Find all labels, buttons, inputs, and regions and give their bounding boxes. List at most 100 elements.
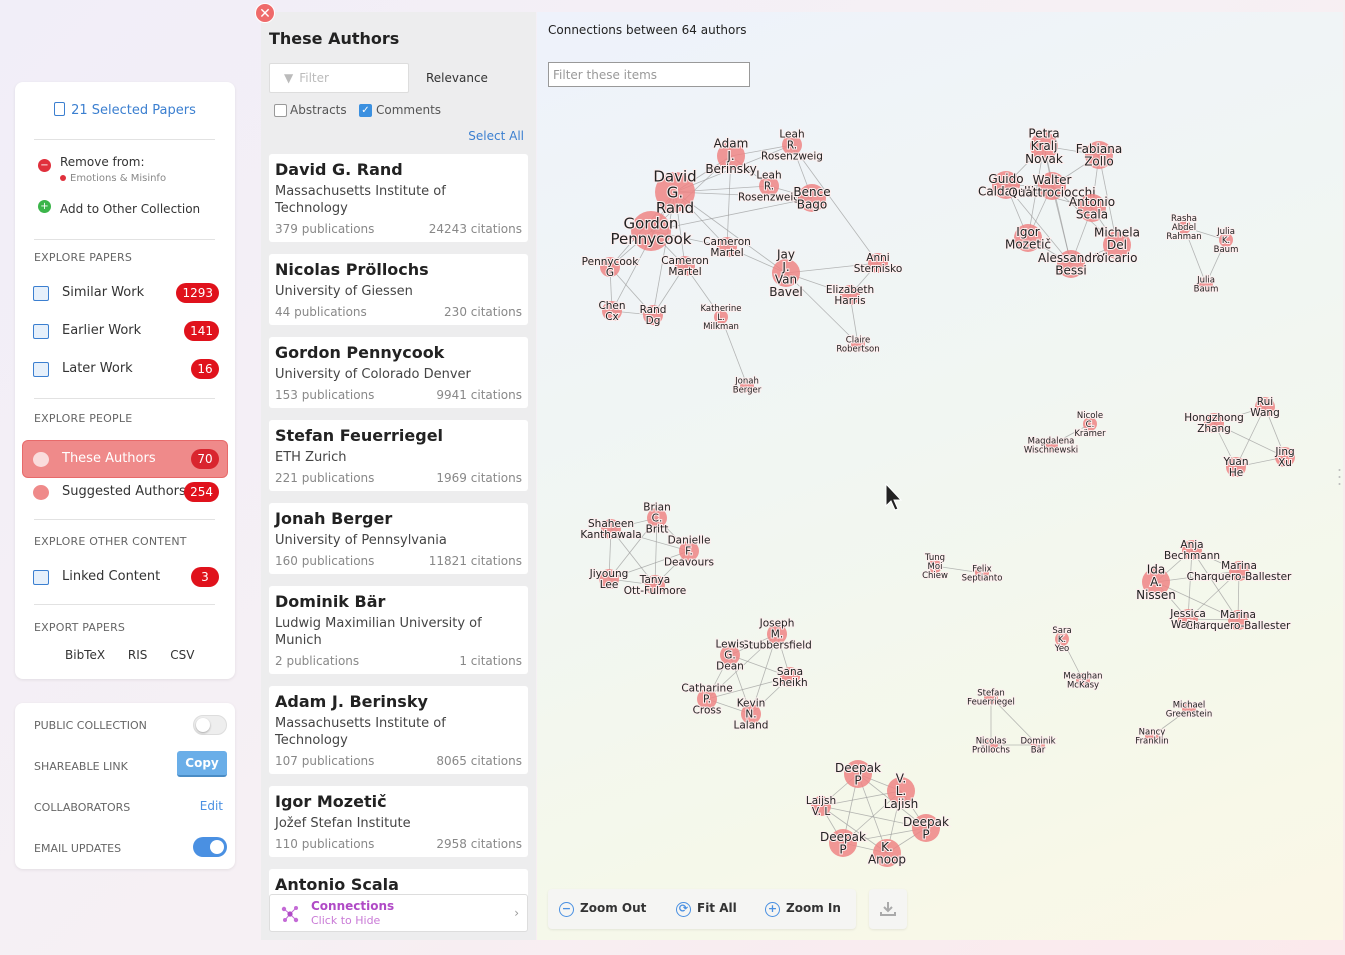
export-bibtex[interactable]: BibTeX [65,648,105,662]
author-node[interactable]: FelixSeptianto [961,564,1004,585]
author-card[interactable]: Igor Mozetič Jožef Stefan Institute 110 … [269,786,528,857]
author-node-label: Robertson [836,344,879,354]
author-node[interactable]: DeepakP [819,829,867,858]
citation-count: 2958 citations [436,837,522,851]
nav-linked-content[interactable]: Linked Content 3 [23,559,227,595]
nav-earlier-work[interactable]: Earlier Work 141 [23,313,227,349]
author-node[interactable]: PetraKraljNovak [1024,126,1064,167]
author-node[interactable]: AlessandroBessi [1037,250,1105,279]
author-node[interactable]: CatharineP.Cross [680,682,733,718]
author-node[interactable]: RandDg [639,303,668,328]
selected-papers-link[interactable]: 21 Selected Papers [15,102,235,118]
author-node[interactable]: BrianC.Britt [642,501,672,537]
author-node[interactable]: NicolasPröllochs [971,736,1011,757]
author-node[interactable]: DavidG.Rand [652,167,697,219]
author-node[interactable]: CameronMartel [660,254,710,279]
author-node[interactable]: RashaAbdelRahman [1165,213,1202,243]
author-node[interactable]: MarinaCharquero-Ballester [1186,559,1293,584]
select-all-link[interactable]: Select All [468,129,524,143]
close-panel-button[interactable]: ✕ [255,3,275,23]
author-node[interactable]: JingXu [1273,445,1295,470]
author-node[interactable]: ClaireRobertson [835,335,880,356]
author-node[interactable]: BenceBago [792,184,831,213]
author-card[interactable]: Dominik Bär Ludwig Maximilian University… [269,586,528,674]
author-node[interactable]: FabianaZollo [1075,141,1123,170]
author-card[interactable]: Stefan Feuerriegel ETH Zurich 221 public… [269,420,528,491]
graph-filter-input[interactable]: Filter these items [548,62,750,87]
author-node[interactable]: DominikBär [1019,736,1056,757]
author-node[interactable]: JiyoungLee [588,567,630,592]
author-node[interactable]: KevinN.Laland [733,697,770,733]
author-node[interactable]: DeepakP [902,814,950,843]
abstracts-checkbox[interactable] [274,104,287,117]
author-name: Jonah Berger [275,509,393,528]
download-button[interactable] [869,889,907,929]
zoom-in-button[interactable]: + Zoom In [765,901,841,917]
author-node[interactable]: IgorMozetič [1004,224,1052,253]
sort-select[interactable]: Relevance [426,71,488,85]
author-node[interactable]: SanaSheikh [771,665,808,690]
export-ris[interactable]: RIS [128,648,148,662]
resize-handle-icon[interactable] [1338,468,1341,486]
author-node[interactable]: MeaghanMcKasy [1062,671,1103,692]
author-node[interactable]: NancyFranklin [1134,727,1169,748]
author-node[interactable]: AntonioScala [1068,194,1116,223]
author-node[interactable]: TanyaOtt-Fulmore [623,573,688,598]
author-node[interactable]: ShaheenKanthawala [579,517,642,542]
author-node[interactable]: StefanFeuerriegel [966,688,1016,709]
author-node[interactable]: JosephM.Stubbersfield [741,617,813,653]
author-node[interactable]: DeepakP [834,760,882,789]
nav-later-work[interactable]: Later Work 16 [23,351,227,387]
author-card[interactable]: Gordon Pennycook University of Colorado … [269,337,528,408]
author-node[interactable]: LeahR.Rosenzweig [760,128,824,164]
edit-collaborators-link[interactable]: Edit [200,799,223,813]
email-updates-toggle[interactable] [193,837,227,857]
fit-all-button[interactable]: ⟳ Fit All [676,901,737,917]
author-node[interactable]: RuiWang [1249,395,1280,420]
copy-link-button[interactable]: Copy [177,751,227,777]
author-node[interactable]: ChenCx [597,299,626,324]
zoom-out-button[interactable]: − Zoom Out [559,901,646,917]
author-node[interactable]: MagdalenaWischnewski [1023,436,1079,457]
email-updates-label: EMAIL UPDATES [34,842,122,855]
author-node[interactable]: DanielleF.Deavours [663,534,715,570]
author-institution: University of Colorado Denver [275,367,471,382]
author-node[interactable]: JuliaK.Baum [1213,226,1240,256]
author-card[interactable]: David G. Rand Massachusetts Institute of… [269,154,528,242]
author-node[interactable]: GordonPennycook [610,211,693,251]
nav-similar-work[interactable]: Similar Work 1293 [23,275,227,311]
author-node[interactable]: SaraK.Yeo [1051,625,1072,655]
author-card[interactable]: Nicolas Pröllochs University of Giessen … [269,254,528,325]
author-node[interactable]: YuanHe [1222,455,1250,480]
author-node[interactable]: V.L.Lajish [883,771,920,812]
author-card[interactable]: Adam J. Berinsky Massachusetts Institute… [269,686,528,774]
author-node[interactable]: ElizabethHarris [825,283,875,308]
author-node[interactable]: AnjaBechmann [1163,538,1221,563]
author-node[interactable]: LaijshV. L [805,794,837,819]
network-graph[interactable]: DavidG.RandAdamJ.BerinskyLeahR.Rosenzwei… [537,12,1343,940]
connections-graph[interactable]: David G. Rand Adam J. Berinsky Leah R. Rosenzwei… [537,12,1343,940]
author-node[interactable]: CameronMartel [702,235,752,260]
nav-suggested-authors[interactable]: Suggested Authors 254 [23,474,227,510]
author-name: Adam J. Berinsky [275,692,428,711]
author-node[interactable]: LewisG.Dean [714,638,745,674]
comments-checkbox[interactable]: ✓ [359,104,372,117]
author-node[interactable]: JuliaBaum [1193,275,1220,296]
filter-input[interactable]: ▼ Filter [269,63,409,93]
author-node[interactable]: AnniSternisko [853,251,904,276]
connections-toggle[interactable]: Connections Click to Hide › [269,894,528,932]
author-node[interactable]: MichaelGreenstein [1165,700,1213,721]
export-csv[interactable]: CSV [170,648,194,662]
author-node[interactable]: JonahBerger [732,376,763,397]
author-node[interactable]: IdaA.Nissen [1135,562,1177,603]
author-node[interactable]: AdamJ.Berinsky [704,136,757,177]
author-node-label: Kanthawala [580,529,641,541]
author-node[interactable]: KatherineL.Milkman [699,303,742,333]
author-node[interactable]: JayJ.VanBavel [768,246,803,300]
nav-these-authors[interactable]: These Authors 70 [23,441,227,477]
author-node[interactable]: HongzhongZhang [1183,411,1245,436]
author-node[interactable]: NicoleC.Krämer [1073,410,1107,440]
author-card[interactable]: Jonah Berger University of Pennsylvania … [269,503,528,574]
author-node-label: Chiew [922,571,948,581]
public-collection-toggle[interactable] [193,715,227,735]
